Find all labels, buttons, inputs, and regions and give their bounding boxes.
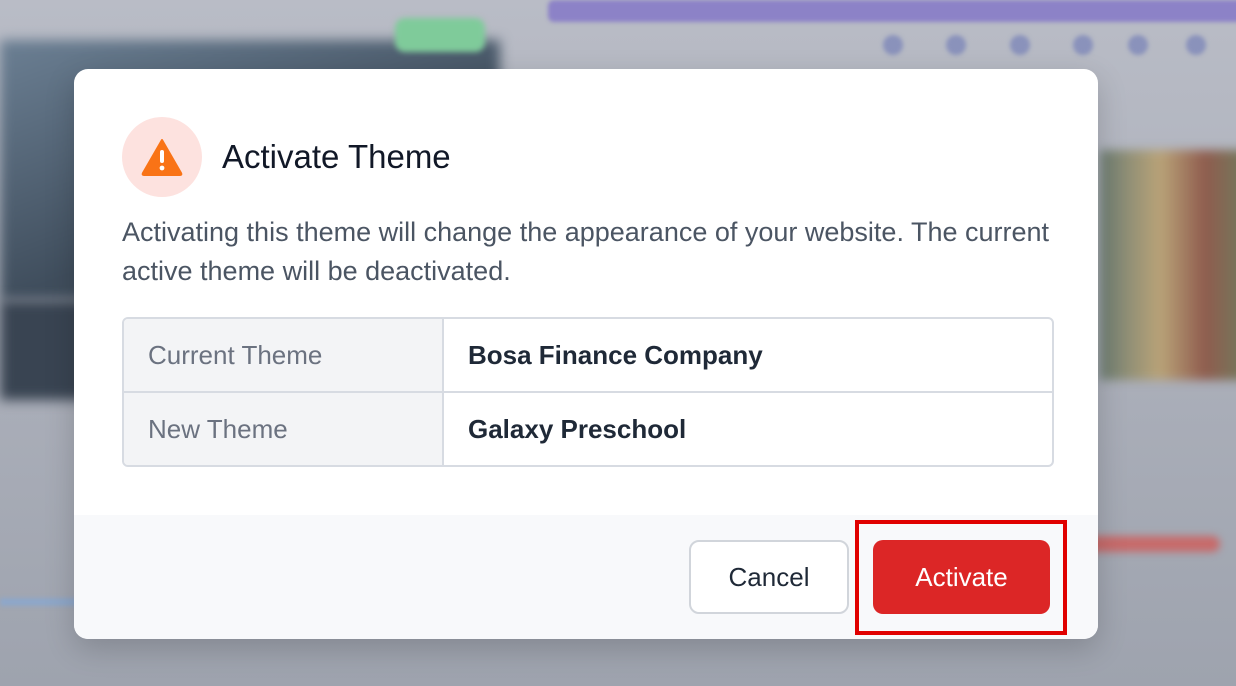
activate-theme-dialog: Activate Theme Activating this theme wil… [74,69,1098,639]
current-theme-value: Bosa Finance Company [468,339,763,370]
new-theme-label: New Theme [124,393,444,465]
table-row: Current Theme Bosa Finance Company [124,319,1052,391]
dialog-header: Activate Theme [122,117,451,197]
background-link [1080,536,1220,552]
cancel-button[interactable]: Cancel [689,540,849,614]
background-badge [395,18,485,52]
warning-icon [141,139,183,176]
new-theme-value: Galaxy Preschool [468,413,687,444]
current-theme-label: Current Theme [124,319,444,391]
activate-button[interactable]: Activate [873,540,1050,614]
table-row: New Theme Galaxy Preschool [124,391,1052,465]
theme-info-table: Current Theme Bosa Finance Company New T… [122,317,1054,467]
warning-icon-badge [122,117,202,197]
background-topbar [548,0,1236,22]
dialog-message: Activating this theme will change the ap… [122,217,1050,286]
dialog-title: Activate Theme [222,138,451,175]
background-image [1100,150,1236,380]
